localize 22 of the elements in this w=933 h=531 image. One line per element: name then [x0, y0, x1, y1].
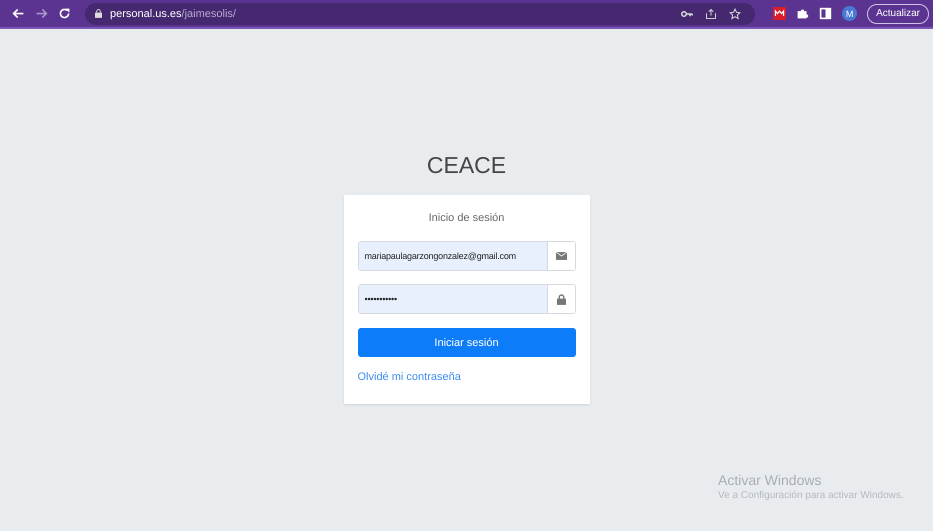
url-path: /jaimesolis/	[182, 8, 236, 20]
address-bar[interactable]: personal.us.es/jaimesolis/	[85, 2, 756, 24]
envelope-icon	[556, 252, 566, 260]
puzzle-icon[interactable]	[796, 7, 810, 20]
password-field[interactable]: •••••••••••	[358, 284, 576, 314]
url-host: personal.us.es	[110, 8, 182, 20]
site-title: CEACE	[426, 151, 506, 179]
profile-avatar[interactable]: M	[842, 6, 858, 21]
lock-icon	[95, 9, 102, 18]
activation-title: Activar Windows	[718, 472, 822, 488]
reload-icon[interactable]	[58, 7, 71, 20]
back-icon[interactable]	[12, 7, 25, 20]
login-heading: Inicio de sesión	[428, 212, 506, 224]
share-icon[interactable]	[705, 8, 718, 20]
email-field[interactable]: mariapaulagarzongonzalez@gmail.com	[358, 241, 576, 271]
lock-icon	[556, 294, 566, 304]
side-panel-icon[interactable]	[819, 7, 832, 20]
update-button[interactable]: Actualizar	[867, 4, 929, 24]
forward-icon[interactable]	[35, 7, 48, 20]
extension-icon[interactable]	[773, 7, 786, 20]
login-button[interactable]: Iniciar sesión	[358, 328, 576, 357]
star-icon[interactable]	[729, 8, 742, 20]
